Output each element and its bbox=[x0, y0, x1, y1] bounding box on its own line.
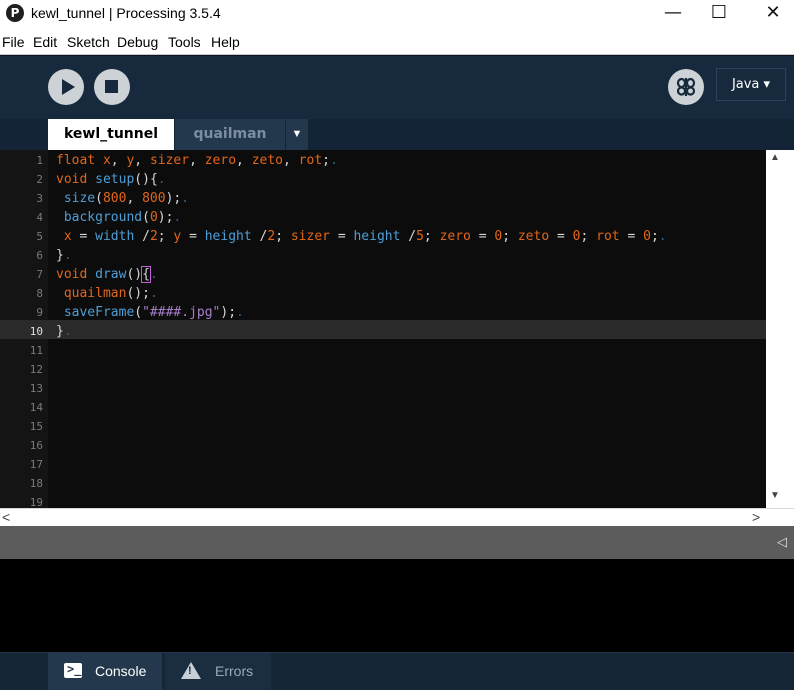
errors-tab[interactable]: ! Errors bbox=[165, 653, 271, 690]
play-icon bbox=[62, 79, 75, 95]
butterfly-icon bbox=[676, 77, 696, 96]
errors-tab-label: Errors bbox=[215, 663, 254, 679]
line-number: 9 bbox=[36, 306, 43, 319]
tab-bar: kewl_tunnel quailman ▼ bbox=[0, 119, 794, 150]
code-line: void draw(){. bbox=[56, 266, 158, 283]
line-number: 16 bbox=[29, 439, 43, 452]
scroll-left-arrow-icon[interactable]: < bbox=[2, 509, 10, 525]
stop-button[interactable] bbox=[94, 69, 130, 105]
code-line: }. bbox=[56, 248, 72, 263]
horizontal-scrollbar[interactable]: < > bbox=[0, 508, 794, 526]
menu-tools[interactable]: Tools bbox=[168, 34, 201, 50]
mode-selector[interactable]: Java ▾ bbox=[716, 68, 786, 101]
vertical-scrollbar[interactable]: ▲ ▼ bbox=[766, 150, 794, 508]
line-number: 5 bbox=[36, 230, 43, 243]
menu-file[interactable]: File bbox=[2, 34, 25, 50]
code-line: size(800, 800);. bbox=[63, 191, 190, 206]
code-line: background(0);. bbox=[63, 210, 182, 225]
code-line: }. bbox=[56, 324, 72, 339]
code-editor[interactable]: 1 2 3 4 5 6 7 8 9 10 11 12 13 14 15 16 1… bbox=[0, 150, 794, 509]
console-area[interactable] bbox=[0, 559, 794, 652]
line-number: 8 bbox=[36, 287, 43, 300]
console-divider[interactable]: ◁ bbox=[0, 526, 794, 559]
debug-button[interactable] bbox=[668, 69, 704, 105]
line-number: 3 bbox=[36, 192, 43, 205]
window-title: kewl_tunnel | Processing 3.5.4 bbox=[31, 5, 221, 21]
maximize-button[interactable]: ☐ bbox=[696, 0, 742, 28]
scroll-down-arrow-icon[interactable]: ▼ bbox=[766, 490, 784, 501]
scroll-up-arrow-icon[interactable]: ▲ bbox=[766, 152, 784, 163]
menu-bar: File Edit Sketch Debug Tools Help bbox=[0, 28, 794, 55]
collapse-console-icon[interactable]: ◁ bbox=[777, 535, 787, 550]
line-number: 17 bbox=[29, 458, 43, 471]
line-number: 7 bbox=[36, 268, 43, 281]
console-tab[interactable]: >_ Console bbox=[48, 653, 162, 690]
line-number: 15 bbox=[29, 420, 43, 433]
menu-sketch[interactable]: Sketch bbox=[67, 34, 110, 50]
scroll-right-arrow-icon[interactable]: > bbox=[752, 509, 760, 525]
line-number: 6 bbox=[36, 249, 43, 262]
tab-menu-button[interactable]: ▼ bbox=[286, 119, 308, 150]
line-number: 13 bbox=[29, 382, 43, 395]
console-icon: >_ bbox=[64, 662, 82, 678]
line-number: 4 bbox=[36, 211, 43, 224]
tab-quailman[interactable]: quailman bbox=[175, 119, 285, 150]
line-number: 2 bbox=[36, 173, 43, 186]
footer-bar: >_ Console ! Errors bbox=[0, 652, 794, 690]
line-number: 11 bbox=[29, 344, 43, 357]
line-number: 1 bbox=[36, 154, 43, 167]
code-line: saveFrame("####.jpg");. bbox=[63, 305, 244, 320]
line-number: 12 bbox=[29, 363, 43, 376]
menu-edit[interactable]: Edit bbox=[33, 34, 57, 50]
line-number: 18 bbox=[29, 477, 43, 490]
code-line: x = width /2; y = height /2; sizer = hei… bbox=[63, 229, 667, 244]
tab-kewl-tunnel[interactable]: kewl_tunnel bbox=[48, 119, 174, 150]
code-line: float x, y, sizer, zero, zeto, rot;. bbox=[56, 153, 338, 168]
title-bar: P kewl_tunnel | Processing 3.5.4 — ☐ ✕ bbox=[0, 0, 794, 28]
line-number: 14 bbox=[29, 401, 43, 414]
close-button[interactable]: ✕ bbox=[750, 0, 794, 28]
processing-app-icon: P bbox=[6, 4, 24, 22]
console-tab-label: Console bbox=[95, 663, 147, 679]
stop-icon bbox=[105, 80, 118, 93]
code-line: void setup(){. bbox=[56, 172, 166, 187]
menu-help[interactable]: Help bbox=[211, 34, 240, 50]
line-number-current: 10 bbox=[29, 325, 43, 338]
current-line-highlight bbox=[0, 320, 766, 339]
toolbar: Java ▾ bbox=[0, 55, 794, 120]
warning-icon: ! bbox=[181, 662, 201, 679]
menu-debug[interactable]: Debug bbox=[117, 34, 158, 50]
run-button[interactable] bbox=[48, 69, 84, 105]
minimize-button[interactable]: — bbox=[650, 0, 696, 28]
code-line: quailman();. bbox=[63, 286, 158, 301]
